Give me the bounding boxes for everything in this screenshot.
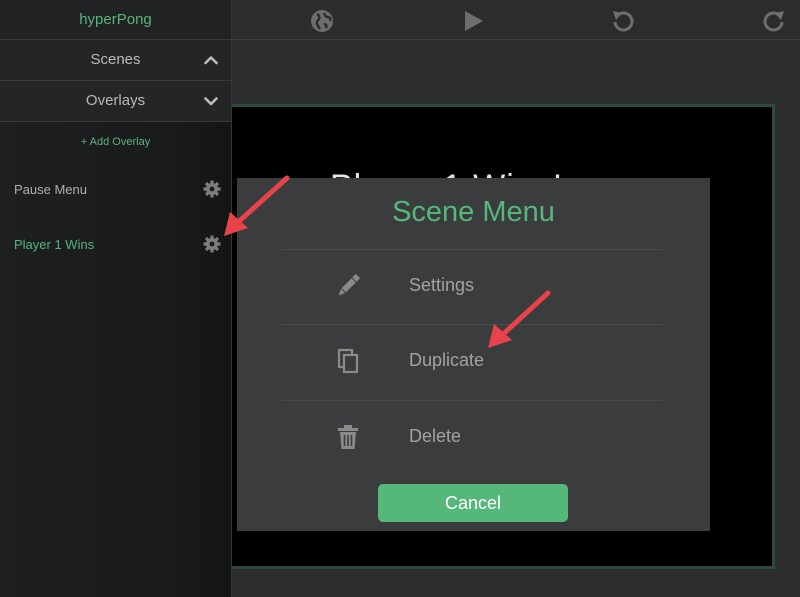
add-overlay-button[interactable]: + Add Overlay <box>0 122 231 162</box>
sidebar-section-scenes[interactable]: Scenes <box>0 40 231 81</box>
toolbar <box>232 0 800 40</box>
redo-icon[interactable] <box>761 8 787 34</box>
sidebar: hyperPong Scenes Overlays + Add Overlay … <box>0 0 232 597</box>
scene-menu-dialog: Scene Menu Settings Duplicate Delete Can… <box>237 178 710 531</box>
sidebar-section-label: Overlays <box>85 92 146 109</box>
undo-icon[interactable] <box>610 8 636 34</box>
option-label: Duplicate <box>409 350 485 370</box>
gear-icon[interactable] <box>203 235 221 253</box>
sidebar-section-overlays[interactable]: Overlays <box>0 81 231 122</box>
settings-option[interactable]: Settings <box>282 249 662 324</box>
overlay-item-label: Player 1 Wins <box>14 237 95 252</box>
duplicate-option[interactable]: Duplicate <box>282 324 662 399</box>
cancel-button[interactable]: Cancel <box>378 484 568 522</box>
duplicate-icon <box>334 347 362 375</box>
chevron-down-icon <box>204 94 218 108</box>
option-label: Delete <box>409 426 462 446</box>
play-icon[interactable] <box>460 8 486 34</box>
delete-option[interactable]: Delete <box>282 400 662 475</box>
overlay-item-label: Pause Menu <box>14 182 87 197</box>
overlay-item-pause-menu[interactable]: Pause Menu <box>0 162 231 217</box>
trash-icon <box>334 423 362 451</box>
pencil-icon <box>334 272 362 300</box>
dialog-title: Scene Menu <box>392 196 555 228</box>
option-label: Settings <box>409 275 475 295</box>
sidebar-section-label: Scenes <box>90 51 141 68</box>
chevron-up-icon <box>204 53 218 67</box>
app-title: hyperPong <box>0 0 231 40</box>
globe-icon[interactable] <box>309 8 335 34</box>
overlay-item-player-1-wins[interactable]: Player 1 Wins <box>0 217 231 272</box>
gear-icon[interactable] <box>203 180 221 198</box>
